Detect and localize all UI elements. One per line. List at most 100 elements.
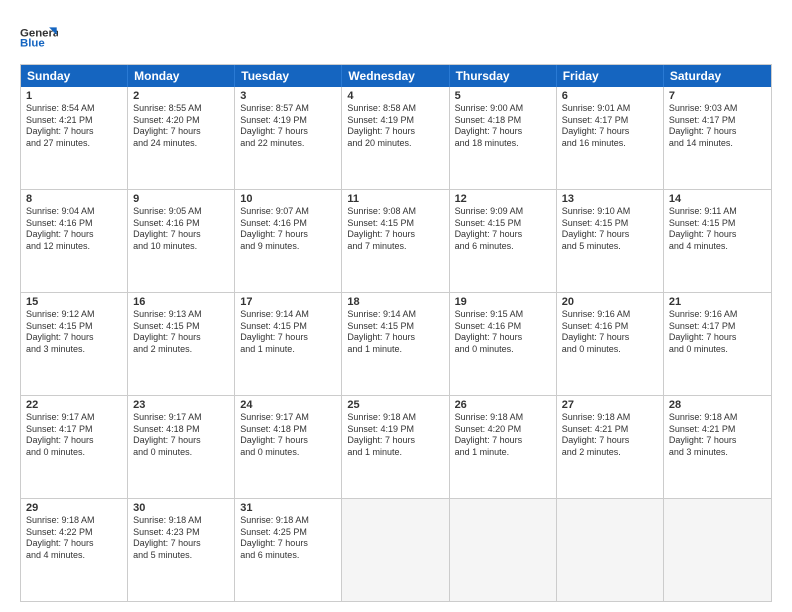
day-number: 7 [669,90,766,102]
cell-info-line: Sunrise: 9:04 AM [26,206,122,218]
cell-info-line: and 2 minutes. [133,344,229,356]
cell-info-line: Daylight: 7 hours [455,229,551,241]
cell-info-line: Sunrise: 9:18 AM [455,412,551,424]
day-number: 3 [240,90,336,102]
day-cell-7: 7Sunrise: 9:03 AMSunset: 4:17 PMDaylight… [664,87,771,189]
cell-info-line: Daylight: 7 hours [133,435,229,447]
cell-info-line: Daylight: 7 hours [240,126,336,138]
cell-info-line: Sunset: 4:15 PM [347,321,443,333]
header: General Blue [20,16,772,54]
day-number: 2 [133,90,229,102]
cell-info-line: Sunset: 4:17 PM [669,321,766,333]
day-cell-16: 16Sunrise: 9:13 AMSunset: 4:15 PMDayligh… [128,293,235,395]
cell-info-line: Sunrise: 9:05 AM [133,206,229,218]
cell-info-line: and 6 minutes. [240,550,336,562]
cell-info-line: and 12 minutes. [26,241,122,253]
day-cell-9: 9Sunrise: 9:05 AMSunset: 4:16 PMDaylight… [128,190,235,292]
cell-info-line: Sunset: 4:15 PM [669,218,766,230]
cell-info-line: Sunset: 4:15 PM [26,321,122,333]
day-cell-2: 2Sunrise: 8:55 AMSunset: 4:20 PMDaylight… [128,87,235,189]
cell-info-line: Sunrise: 9:16 AM [669,309,766,321]
day-cell-empty-4-6 [664,499,771,601]
cell-info-line: Daylight: 7 hours [455,126,551,138]
page: General Blue SundayMondayTuesdayWednesda… [0,0,792,612]
day-number: 15 [26,296,122,308]
day-cell-1: 1Sunrise: 8:54 AMSunset: 4:21 PMDaylight… [21,87,128,189]
cell-info-line: Sunset: 4:20 PM [133,115,229,127]
cell-info-line: Sunset: 4:18 PM [240,424,336,436]
cell-info-line: Sunrise: 9:18 AM [26,515,122,527]
cell-info-line: Daylight: 7 hours [347,126,443,138]
cell-info-line: and 0 minutes. [455,344,551,356]
week-row-2: 8Sunrise: 9:04 AMSunset: 4:16 PMDaylight… [21,190,771,293]
cell-info-line: Sunrise: 9:18 AM [240,515,336,527]
day-number: 22 [26,399,122,411]
cell-info-line: Daylight: 7 hours [240,332,336,344]
cell-info-line: Sunset: 4:17 PM [562,115,658,127]
calendar-body: 1Sunrise: 8:54 AMSunset: 4:21 PMDaylight… [21,87,771,601]
cell-info-line: Daylight: 7 hours [133,538,229,550]
cell-info-line: Sunset: 4:17 PM [26,424,122,436]
cell-info-line: Sunset: 4:20 PM [455,424,551,436]
day-number: 9 [133,193,229,205]
day-cell-19: 19Sunrise: 9:15 AMSunset: 4:16 PMDayligh… [450,293,557,395]
day-number: 10 [240,193,336,205]
day-cell-4: 4Sunrise: 8:58 AMSunset: 4:19 PMDaylight… [342,87,449,189]
cell-info-line: and 9 minutes. [240,241,336,253]
cell-info-line: Daylight: 7 hours [240,229,336,241]
cell-info-line: Sunset: 4:17 PM [669,115,766,127]
cell-info-line: and 3 minutes. [669,447,766,459]
day-number: 19 [455,296,551,308]
day-cell-5: 5Sunrise: 9:00 AMSunset: 4:18 PMDaylight… [450,87,557,189]
cell-info-line: Sunrise: 9:08 AM [347,206,443,218]
cell-info-line: Sunset: 4:19 PM [347,115,443,127]
day-number: 16 [133,296,229,308]
day-number: 18 [347,296,443,308]
cell-info-line: and 5 minutes. [562,241,658,253]
cell-info-line: Daylight: 7 hours [455,435,551,447]
cell-info-line: and 0 minutes. [669,344,766,356]
day-number: 21 [669,296,766,308]
cell-info-line: Daylight: 7 hours [26,126,122,138]
cell-info-line: Sunrise: 9:11 AM [669,206,766,218]
cell-info-line: Sunrise: 9:00 AM [455,103,551,115]
cell-info-line: Sunset: 4:15 PM [347,218,443,230]
cell-info-line: Sunset: 4:18 PM [455,115,551,127]
day-number: 20 [562,296,658,308]
cell-info-line: Sunset: 4:16 PM [240,218,336,230]
cell-info-line: and 4 minutes. [669,241,766,253]
cell-info-line: Daylight: 7 hours [562,435,658,447]
cell-info-line: and 0 minutes. [26,447,122,459]
cell-info-line: Sunset: 4:25 PM [240,527,336,539]
cell-info-line: Sunrise: 9:17 AM [240,412,336,424]
day-cell-27: 27Sunrise: 9:18 AMSunset: 4:21 PMDayligh… [557,396,664,498]
cell-info-line: and 20 minutes. [347,138,443,150]
cell-info-line: Sunset: 4:21 PM [562,424,658,436]
day-cell-8: 8Sunrise: 9:04 AMSunset: 4:16 PMDaylight… [21,190,128,292]
day-number: 6 [562,90,658,102]
cell-info-line: and 14 minutes. [669,138,766,150]
day-cell-23: 23Sunrise: 9:17 AMSunset: 4:18 PMDayligh… [128,396,235,498]
day-cell-10: 10Sunrise: 9:07 AMSunset: 4:16 PMDayligh… [235,190,342,292]
cell-info-line: Sunset: 4:15 PM [562,218,658,230]
day-number: 24 [240,399,336,411]
day-number: 30 [133,502,229,514]
cell-info-line: Daylight: 7 hours [133,332,229,344]
day-number: 31 [240,502,336,514]
day-number: 26 [455,399,551,411]
cell-info-line: Daylight: 7 hours [347,332,443,344]
cell-info-line: and 0 minutes. [133,447,229,459]
cell-info-line: Sunrise: 9:13 AM [133,309,229,321]
day-header-wednesday: Wednesday [342,65,449,87]
cell-info-line: Daylight: 7 hours [669,126,766,138]
logo-icon: General Blue [20,16,58,54]
cell-info-line: Daylight: 7 hours [26,538,122,550]
cell-info-line: Daylight: 7 hours [26,332,122,344]
calendar: SundayMondayTuesdayWednesdayThursdayFrid… [20,64,772,602]
day-number: 14 [669,193,766,205]
cell-info-line: Sunrise: 8:58 AM [347,103,443,115]
day-header-saturday: Saturday [664,65,771,87]
cell-info-line: Sunset: 4:15 PM [240,321,336,333]
cell-info-line: and 1 minute. [240,344,336,356]
cell-info-line: Sunset: 4:15 PM [133,321,229,333]
